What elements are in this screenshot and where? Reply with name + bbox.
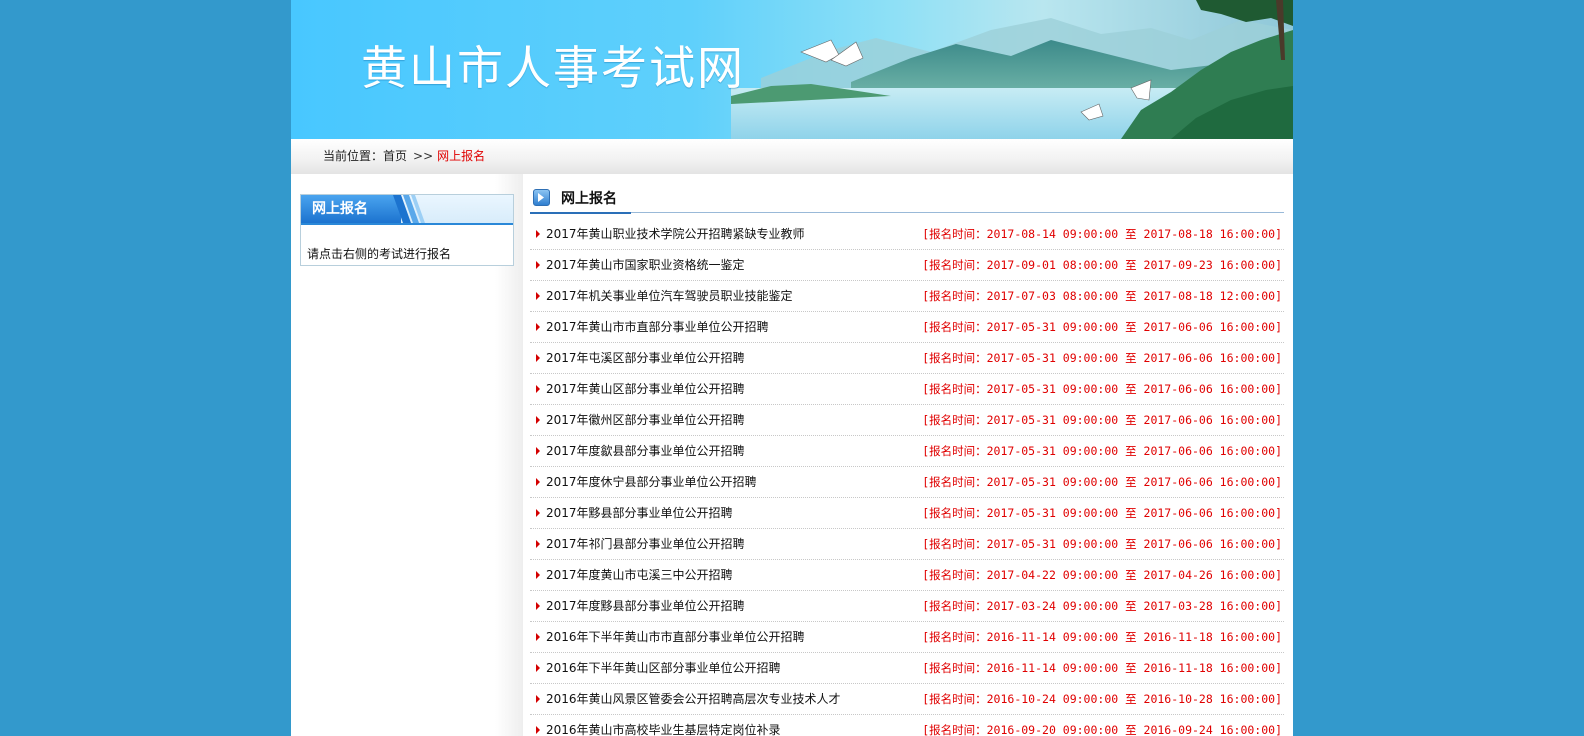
exam-row[interactable]: 2016年黄山风景区管委会公开招聘高层次专业技术人才 [报名时间：2016-10-… (530, 684, 1284, 715)
exam-row[interactable]: 2017年祁门县部分事业单位公开招聘 [报名时间：2017-05-31 09:00… (530, 529, 1284, 560)
stripes-decoration-icon (393, 195, 425, 223)
triangle-right-icon (536, 385, 540, 393)
exam-registration-time: [报名时间：2016-09-20 09:00:00 至 2016-09-24 1… (922, 723, 1282, 736)
triangle-right-icon (536, 230, 540, 238)
triangle-right-icon (536, 664, 540, 672)
exam-registration-time: [报名时间：2017-05-31 09:00:00 至 2017-06-06 1… (922, 444, 1282, 458)
exam-row[interactable]: 2017年度休宁县部分事业单位公开招聘 [报名时间：2017-05-31 09:0… (530, 467, 1284, 498)
breadcrumb-label: 当前位置： (323, 149, 384, 163)
breadcrumb-current: 网上报名 (437, 149, 486, 163)
exam-row[interactable]: 2016年下半年黄山区部分事业单位公开招聘 [报名时间：2016-11-14 09… (530, 653, 1284, 684)
exam-row[interactable]: 2016年下半年黄山市市直部分事业单位公开招聘 [报名时间：2016-11-14 … (530, 622, 1284, 653)
exam-name-link[interactable]: 2017年黄山市市直部分事业单位公开招聘 (546, 312, 769, 342)
breadcrumb: 当前位置：首页 >> 网上报名 (291, 139, 1293, 174)
section-header: 网上报名 (530, 186, 1284, 214)
exam-name-link[interactable]: 2016年黄山市高校毕业生基层特定岗位补录 (546, 715, 781, 736)
exam-registration-time: [报名时间：2017-09-01 08:00:00 至 2017-09-23 1… (922, 258, 1282, 272)
exam-name-link[interactable]: 2017年徽州区部分事业单位公开招聘 (546, 405, 745, 435)
breadcrumb-inner: 当前位置：首页 >> 网上报名 (323, 139, 485, 173)
breadcrumb-home-link[interactable]: 首页 (383, 149, 407, 163)
left-sidebar: 网上报名 请点击右侧的考试进行报名 (291, 174, 523, 736)
sidebar-box: 网上报名 请点击右侧的考试进行报名 (300, 194, 514, 266)
exam-row[interactable]: 2017年黟县部分事业单位公开招聘 [报名时间：2017-05-31 09:00:… (530, 498, 1284, 529)
exam-name-link[interactable]: 2017年黟县部分事业单位公开招聘 (546, 498, 733, 528)
triangle-right-icon (536, 571, 540, 579)
triangle-right-icon (536, 323, 540, 331)
exam-name-link[interactable]: 2017年黄山职业技术学院公开招聘紧缺专业教师 (546, 219, 805, 249)
site-title: 黄山市人事考试网 (361, 41, 745, 95)
page-container: 黄山市人事考试网 当前位置：首页 >> 网上报名 网上报名 请点击右侧的考试进行报名 (291, 0, 1293, 736)
exam-name-link[interactable]: 2016年下半年黄山区部分事业单位公开招聘 (546, 653, 781, 683)
exam-row[interactable]: 2017年黄山市国家职业资格统一鉴定 [报名时间：2017-09-01 08:00… (530, 250, 1284, 281)
exam-name-link[interactable]: 2017年黄山市国家职业资格统一鉴定 (546, 250, 745, 280)
main-content: 网上报名 2017年黄山职业技术学院公开招聘紧缺专业教师 [报名时间：2017-0… (530, 174, 1285, 736)
sidebar-hint-text: 请点击右侧的考试进行报名 (307, 247, 452, 261)
triangle-right-icon (536, 354, 540, 362)
exam-name-link[interactable]: 2017年度黄山市屯溪三中公开招聘 (546, 560, 733, 590)
exam-row[interactable]: 2017年机关事业单位汽车驾驶员职业技能鉴定 [报名时间：2017-07-03 0… (530, 281, 1284, 312)
triangle-right-icon (536, 416, 540, 424)
triangle-right-icon (536, 509, 540, 517)
section-title: 网上报名 (561, 191, 617, 207)
triangle-right-icon (536, 261, 540, 269)
exam-name-link[interactable]: 2017年祁门县部分事业单位公开招聘 (546, 529, 745, 559)
exam-name-link[interactable]: 2017年机关事业单位汽车驾驶员职业技能鉴定 (546, 281, 793, 311)
exam-registration-time: [报名时间：2016-11-14 09:00:00 至 2016-11-18 1… (922, 630, 1282, 644)
exam-registration-time: [报名时间：2017-04-22 09:00:00 至 2017-04-26 1… (922, 568, 1282, 582)
double-chevron-right-icon: >> (413, 149, 434, 163)
exam-name-link[interactable]: 2017年度黟县部分事业单位公开招聘 (546, 591, 745, 621)
exam-registration-time: [报名时间：2017-03-24 09:00:00 至 2017-03-28 1… (922, 599, 1282, 613)
triangle-right-icon (536, 726, 540, 734)
exam-registration-time: [报名时间：2017-05-31 09:00:00 至 2017-06-06 1… (922, 475, 1282, 489)
exam-registration-time: [报名时间：2017-05-31 09:00:00 至 2017-06-06 1… (922, 537, 1282, 551)
sidebar-box-header: 网上报名 (301, 195, 513, 225)
exam-registration-time: [报名时间：2016-10-24 09:00:00 至 2016-10-28 1… (922, 692, 1282, 706)
exam-registration-time: [报名时间：2017-05-31 09:00:00 至 2017-06-06 1… (922, 382, 1282, 396)
exam-registration-time: [报名时间：2017-08-14 09:00:00 至 2017-08-18 1… (922, 227, 1282, 241)
exam-name-link[interactable]: 2017年度休宁县部分事业单位公开招聘 (546, 467, 757, 497)
exam-name-link[interactable]: 2016年下半年黄山市市直部分事业单位公开招聘 (546, 622, 805, 652)
arrow-right-square-icon (533, 189, 550, 206)
exam-row[interactable]: 2016年黄山市高校毕业生基层特定岗位补录 [报名时间：2016-09-20 09… (530, 715, 1284, 736)
site-banner: 黄山市人事考试网 (291, 0, 1293, 139)
triangle-right-icon (536, 478, 540, 486)
triangle-right-icon (536, 695, 540, 703)
triangle-right-icon (536, 447, 540, 455)
exam-registration-time: [报名时间：2017-05-31 09:00:00 至 2017-06-06 1… (922, 413, 1282, 427)
exam-row[interactable]: 2017年度歙县部分事业单位公开招聘 [报名时间：2017-05-31 09:00… (530, 436, 1284, 467)
exam-registration-time: [报名时间：2017-05-31 09:00:00 至 2017-06-06 1… (922, 320, 1282, 334)
exam-row[interactable]: 2017年徽州区部分事业单位公开招聘 [报名时间：2017-05-31 09:00… (530, 405, 1284, 436)
triangle-right-icon (536, 540, 540, 548)
exam-name-link[interactable]: 2017年度歙县部分事业单位公开招聘 (546, 436, 745, 466)
triangle-right-icon (536, 292, 540, 300)
exam-list: 2017年黄山职业技术学院公开招聘紧缺专业教师 [报名时间：2017-08-14 … (530, 219, 1284, 736)
triangle-right-icon (536, 633, 540, 641)
section-title-underline (530, 212, 631, 214)
exam-row[interactable]: 2017年屯溪区部分事业单位公开招聘 [报名时间：2017-05-31 09:00… (530, 343, 1284, 374)
exam-name-link[interactable]: 2017年黄山区部分事业单位公开招聘 (546, 374, 745, 404)
exam-row[interactable]: 2017年黄山区部分事业单位公开招聘 [报名时间：2017-05-31 09:00… (530, 374, 1284, 405)
exam-row[interactable]: 2017年度黄山市屯溪三中公开招聘 [报名时间：2017-04-22 09:00:… (530, 560, 1284, 591)
triangle-right-icon (536, 602, 540, 610)
exam-registration-time: [报名时间：2016-11-14 09:00:00 至 2016-11-18 1… (922, 661, 1282, 675)
exam-name-link[interactable]: 2016年黄山风景区管委会公开招聘高层次专业技术人才 (546, 684, 841, 714)
exam-row[interactable]: 2017年度黟县部分事业单位公开招聘 [报名时间：2017-03-24 09:00… (530, 591, 1284, 622)
exam-name-link[interactable]: 2017年屯溪区部分事业单位公开招聘 (546, 343, 745, 373)
exam-registration-time: [报名时间：2017-05-31 09:00:00 至 2017-06-06 1… (922, 506, 1282, 520)
sidebar-tab-online-registration[interactable]: 网上报名 (301, 195, 401, 223)
exam-registration-time: [报名时间：2017-05-31 09:00:00 至 2017-06-06 1… (922, 351, 1282, 365)
exam-registration-time: [报名时间：2017-07-03 08:00:00 至 2017-08-18 1… (922, 289, 1282, 303)
exam-row[interactable]: 2017年黄山市市直部分事业单位公开招聘 [报名时间：2017-05-31 09:… (530, 312, 1284, 343)
exam-row[interactable]: 2017年黄山职业技术学院公开招聘紧缺专业教师 [报名时间：2017-08-14 … (530, 219, 1284, 250)
